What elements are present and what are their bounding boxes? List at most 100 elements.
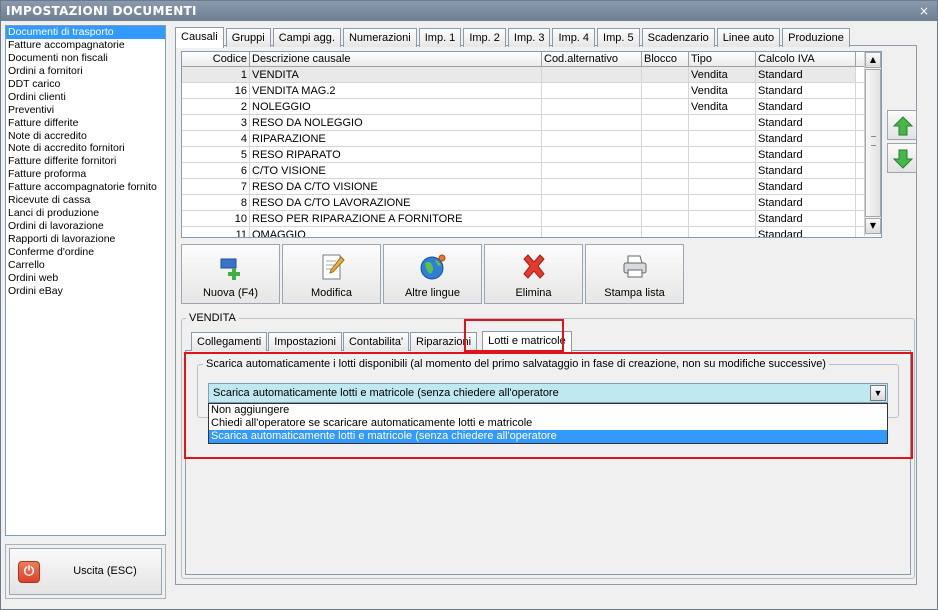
tab-campi-agg[interactable]: Campi agg. <box>272 28 341 47</box>
title-bar: IMPOSTAZIONI DOCUMENTI <box>1 1 937 21</box>
table-cell <box>542 147 642 162</box>
table-cell <box>642 211 689 226</box>
table-cell <box>542 227 642 237</box>
move-down-button[interactable] <box>887 143 917 173</box>
highlight-frame <box>184 352 913 459</box>
sidebar-item[interactable]: Note di accredito fornitori <box>6 142 165 155</box>
tab-linee-auto[interactable]: Linee auto <box>716 28 781 47</box>
column-header[interactable]: Tipo <box>689 52 756 66</box>
table-cell: NOLEGGIO <box>250 99 542 114</box>
causali-grid[interactable]: Codice Descrizione causale Cod.alternativo… <box>181 51 882 238</box>
column-header[interactable]: Blocco <box>642 52 689 66</box>
sidebar-item[interactable]: Rapporti di lavorazione <box>6 233 165 246</box>
table-cell: 8 <box>182 195 250 210</box>
column-header[interactable]: Codice <box>182 52 250 66</box>
table-cell: 10 <box>182 211 250 226</box>
sidebar-item[interactable]: Carrello <box>6 259 165 272</box>
window-title: IMPOSTAZIONI DOCUMENTI <box>6 4 197 18</box>
sidebar-item[interactable]: Fatture differite fornitori <box>6 155 165 168</box>
edit-icon <box>322 254 345 280</box>
document-type-list[interactable]: Documenti di trasporto Fatture accompagna… <box>5 25 166 536</box>
delete-button[interactable]: Elimina <box>484 244 583 304</box>
new-icon <box>220 258 240 280</box>
table-cell: RIPARAZIONE <box>250 131 542 146</box>
table-row[interactable]: 11 OMAGGIO Standard <box>182 227 881 237</box>
tab-imp-1[interactable]: Imp. 1 <box>418 28 462 47</box>
table-cell <box>542 131 642 146</box>
table-cell: VENDITA <box>250 67 542 82</box>
tab-contabilita[interactable]: Contabilita' <box>342 332 410 351</box>
tab-produzione[interactable]: Produzione <box>782 28 850 47</box>
table-row[interactable]: 10 RESO PER RIPARAZIONE A FORNITORE Standa… <box>182 211 881 227</box>
table-row[interactable]: 3 RESO DA NOLEGGIO Standard <box>182 115 881 131</box>
scroll-down-icon[interactable]: ▼ <box>865 218 881 234</box>
table-row[interactable]: 5 RESO RIPARATO Standard <box>182 147 881 163</box>
tab-impostazioni[interactable]: Impostazioni <box>268 332 342 351</box>
power-icon: ⏻ <box>18 561 40 583</box>
table-cell: 2 <box>182 99 250 114</box>
sidebar-item[interactable]: Lanci di produzione <box>6 207 165 220</box>
tab-imp-4[interactable]: Imp. 4 <box>552 28 596 47</box>
scroll-thumb[interactable] <box>865 69 881 217</box>
print-list-button[interactable]: Stampa lista <box>585 244 684 304</box>
grid-scrollbar[interactable]: ▲ ▼ <box>864 52 881 236</box>
table-row[interactable]: 7 RESO DA C/TO VISIONE Standard <box>182 179 881 195</box>
table-cell: VENDITA MAG.2 <box>250 83 542 98</box>
tab-imp-5[interactable]: Imp. 5 <box>597 28 640 47</box>
sidebar-item[interactable]: Fatture differite <box>6 117 165 130</box>
sidebar-item[interactable]: DDT carico <box>6 78 165 91</box>
sidebar-item[interactable]: Conferme d'ordine <box>6 246 165 259</box>
other-languages-button[interactable]: Altre lingue <box>383 244 482 304</box>
scroll-up-icon[interactable]: ▲ <box>865 52 881 68</box>
column-header[interactable]: Descrizione causale <box>250 52 542 66</box>
table-cell <box>642 163 689 178</box>
sidebar-item[interactable]: Ordini eBay <box>6 285 165 298</box>
table-row[interactable]: 16 VENDITA MAG.2 Vendita Standard <box>182 83 881 99</box>
new-button[interactable]: Nuova (F4) <box>181 244 280 304</box>
sidebar-item[interactable]: Ordini di lavorazione <box>6 220 165 233</box>
table-row[interactable]: 6 C/TO VISIONE Standard <box>182 163 881 179</box>
table-cell: Vendita <box>689 83 756 98</box>
table-row[interactable]: 4 RIPARAZIONE Standard <box>182 131 881 147</box>
tab-gruppi[interactable]: Gruppi <box>225 28 271 47</box>
tab-scadenzario[interactable]: Scadenzario <box>641 28 715 47</box>
sidebar-item[interactable]: Documenti non fiscali <box>6 52 165 65</box>
column-header[interactable]: Calcolo IVA <box>756 52 856 66</box>
grid-body: 1 VENDITA Vendita Standard 16 VENDITA MAG.2 Ve… <box>182 67 881 237</box>
table-cell: RESO RIPARATO <box>250 147 542 162</box>
exit-button[interactable]: ⏻ Uscita (ESC) <box>9 548 162 595</box>
main-tabs: Causali Gruppi Campi agg. Numerazioni Imp. 1… <box>175 26 852 48</box>
printer-icon <box>623 255 647 278</box>
table-row[interactable]: 8 RESO DA C/TO LAVORAZIONE Standard <box>182 195 881 211</box>
close-icon[interactable]: × <box>917 1 931 21</box>
sidebar-item[interactable]: Ordini clienti <box>6 91 165 104</box>
table-row[interactable]: 2 NOLEGGIO Vendita Standard <box>182 99 881 115</box>
table-row[interactable]: 1 VENDITA Vendita Standard <box>182 67 881 83</box>
sidebar-item[interactable]: Ricevute di cassa <box>6 194 165 207</box>
sidebar-item[interactable]: Fatture accompagnatorie <box>6 39 165 52</box>
table-cell <box>642 195 689 210</box>
table-cell: RESO DA NOLEGGIO <box>250 115 542 130</box>
table-cell <box>689 131 756 146</box>
table-cell <box>542 99 642 114</box>
tab-imp-3[interactable]: Imp. 3 <box>507 28 551 47</box>
move-up-button[interactable] <box>887 110 917 140</box>
sidebar-item[interactable]: Ordini a fornitori <box>6 65 165 78</box>
tab-imp-2[interactable]: Imp. 2 <box>463 28 506 47</box>
table-cell: 3 <box>182 115 250 130</box>
sidebar-item[interactable]: Fatture accompagnatorie fornito <box>6 181 165 194</box>
sidebar-item[interactable]: Documenti di trasporto <box>6 26 165 39</box>
tab-collegamenti[interactable]: Collegamenti <box>191 332 268 351</box>
tab-numerazioni[interactable]: Numerazioni <box>342 28 417 47</box>
table-cell <box>642 131 689 146</box>
sidebar-item[interactable]: Preventivi <box>6 104 165 117</box>
edit-button[interactable]: Modifica <box>282 244 381 304</box>
sidebar-item[interactable]: Note di accredito <box>6 130 165 143</box>
table-cell: OMAGGIO <box>250 227 542 237</box>
sidebar-item[interactable]: Ordini web <box>6 272 165 285</box>
table-cell: Standard <box>756 67 856 82</box>
column-header[interactable]: Cod.alternativo <box>542 52 642 66</box>
tab-causali[interactable]: Causali <box>175 27 224 48</box>
sidebar-item[interactable]: Fatture proforma <box>6 168 165 181</box>
table-cell <box>542 195 642 210</box>
